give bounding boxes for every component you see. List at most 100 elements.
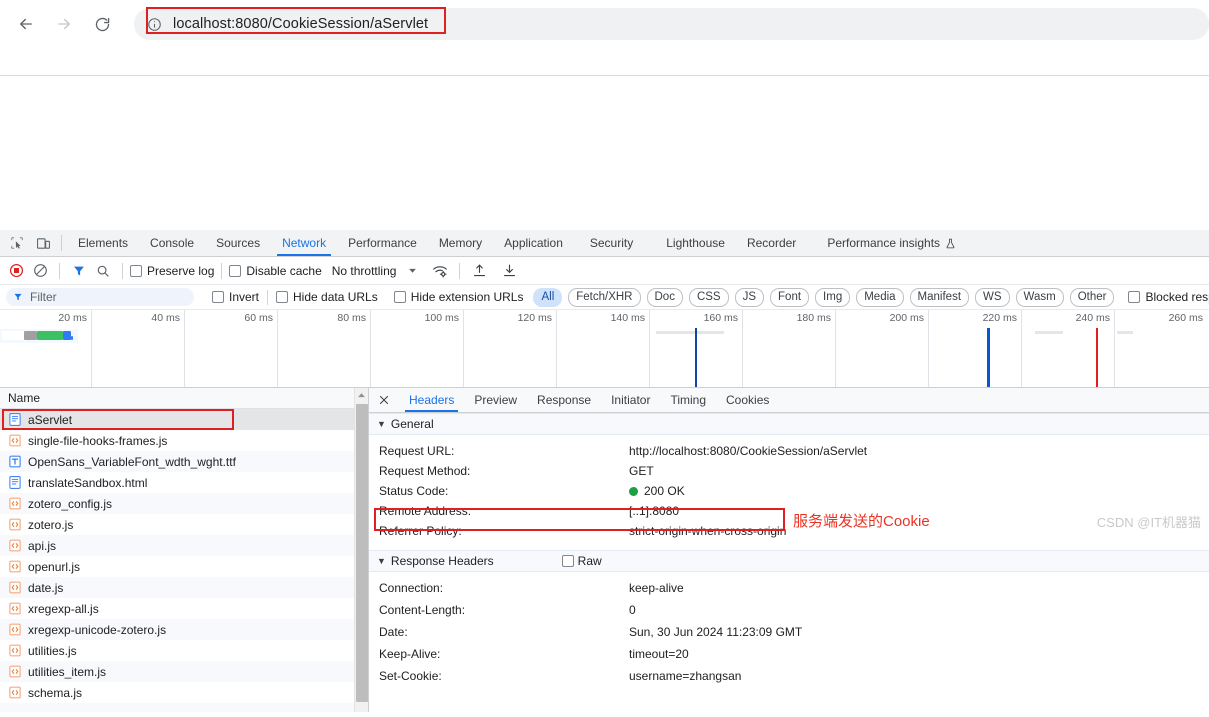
back-button[interactable] xyxy=(12,10,40,38)
request-list-scrollbar[interactable] xyxy=(354,388,368,712)
wifi-settings-icon[interactable] xyxy=(428,260,452,282)
header-row-referrer-policy: Referrer Policy: strict-origin-when-cros… xyxy=(369,521,1209,541)
request-row-utilities-item[interactable]: utilities_item.js xyxy=(0,661,368,682)
address-bar[interactable]: localhost:8080/CookieSession/aServlet xyxy=(134,8,1209,40)
devtools-tab-performance-insights[interactable]: Performance insights xyxy=(807,230,967,256)
close-icon[interactable] xyxy=(369,388,399,412)
search-icon[interactable] xyxy=(91,260,115,282)
info-circle-icon[interactable] xyxy=(143,13,165,35)
header-row-request-method: Request Method: GET xyxy=(369,461,1209,481)
type-chip-js[interactable]: JS xyxy=(734,287,765,307)
devtools-tab-lighthouse[interactable]: Lighthouse xyxy=(644,230,736,256)
type-chip-other[interactable]: Other xyxy=(1069,287,1115,307)
blocked-responses-checkbox[interactable]: Blocked response c xyxy=(1128,290,1209,304)
invert-checkbox[interactable]: Invert xyxy=(212,290,259,304)
request-row-xregexp-unicode-zotero[interactable]: xregexp-unicode-zotero.js xyxy=(0,619,368,640)
throttling-select[interactable]: No throttling xyxy=(332,264,397,278)
record-stop-icon[interactable] xyxy=(4,260,28,282)
flask-icon xyxy=(945,238,956,249)
request-row-aservlet[interactable]: aServlet xyxy=(0,409,368,430)
request-row-single-file-hooks-frames[interactable]: single-file-hooks-frames.js xyxy=(0,430,368,451)
detail-tab-initiator[interactable]: Initiator xyxy=(601,388,660,412)
type-chip-css[interactable]: CSS xyxy=(688,287,729,307)
devtools-tab-application[interactable]: Application xyxy=(493,230,574,256)
detail-tab-preview[interactable]: Preview xyxy=(464,388,527,412)
type-chip-media[interactable]: Media xyxy=(856,287,904,307)
back-arrow-icon xyxy=(20,18,32,30)
tab-label: Elements xyxy=(78,236,129,250)
type-chip-manifest[interactable]: Manifest xyxy=(909,287,970,307)
type-chip-font[interactable]: Font xyxy=(770,287,810,307)
device-toolbar-icon[interactable] xyxy=(30,230,56,256)
devtools-tab-console[interactable]: Console xyxy=(139,230,205,256)
tab-label: Performance insights xyxy=(827,236,941,250)
type-chip-doc[interactable]: Doc xyxy=(646,287,683,307)
funnel-filter-icon[interactable] xyxy=(67,260,91,282)
chip-label: Wasm xyxy=(1023,290,1056,303)
devtools-tab-sources[interactable]: Sources xyxy=(205,230,271,256)
request-list-header[interactable]: Name xyxy=(0,388,368,409)
request-row-api[interactable]: api.js xyxy=(0,535,368,556)
header-value: http://localhost:8080/CookieSession/aSer… xyxy=(629,444,868,458)
detail-tab-headers[interactable]: Headers xyxy=(399,388,464,412)
javascript-icon xyxy=(8,497,21,511)
clear-network-icon[interactable] xyxy=(28,260,52,282)
tab-label: Performance xyxy=(348,236,417,250)
devtools-tab-performance[interactable]: Performance xyxy=(337,230,428,256)
browser-chrome: localhost:8080/CookieSession/aServlet xyxy=(0,0,1209,76)
request-row-openurl[interactable]: openurl.js xyxy=(0,556,368,577)
type-chip-img[interactable]: Img xyxy=(815,287,851,307)
inspect-element-icon[interactable] xyxy=(4,230,30,256)
funnel-filter-icon xyxy=(13,292,23,302)
type-chip-ws[interactable]: WS xyxy=(975,287,1010,307)
upload-arrow-icon[interactable] xyxy=(467,260,491,282)
devtools-tab-elements[interactable]: Elements xyxy=(67,230,139,256)
request-row-opensans-font[interactable]: OpenSans_VariableFont_wdth_wght.ttf xyxy=(0,451,368,472)
network-overview-timeline[interactable]: 20 ms 40 ms 60 ms 80 ms 100 ms 120 ms 14… xyxy=(0,310,1209,388)
raw-label: Raw xyxy=(577,554,602,568)
raw-toggle-checkbox[interactable]: Raw xyxy=(561,554,602,568)
detail-tab-cookies[interactable]: Cookies xyxy=(716,388,779,412)
chip-label: Other xyxy=(1077,290,1107,303)
request-row-zotero[interactable]: zotero.js xyxy=(0,514,368,535)
reload-button[interactable] xyxy=(88,10,116,38)
type-chip-all[interactable]: All xyxy=(533,287,563,307)
checkbox-box xyxy=(229,264,242,277)
devtools-tab-security[interactable]: Security xyxy=(574,230,644,256)
general-section-header[interactable]: ▼ General xyxy=(369,413,1209,435)
type-chip-wasm[interactable]: Wasm xyxy=(1015,287,1064,307)
overview-finish-bar xyxy=(63,331,71,340)
disable-cache-label: Disable cache xyxy=(246,263,322,278)
request-row-utilities[interactable]: utilities.js xyxy=(0,640,368,661)
preserve-log-checkbox[interactable]: Preserve log xyxy=(130,264,214,278)
checkbox-box xyxy=(130,264,142,277)
request-row-translatesandbox[interactable]: translateSandbox.html xyxy=(0,472,368,493)
request-row-xregexp-all[interactable]: xregexp-all.js xyxy=(0,598,368,619)
overview-tick-label: 160 ms xyxy=(703,312,738,324)
scrollbar-thumb[interactable] xyxy=(356,404,368,702)
devtools-tab-memory[interactable]: Memory xyxy=(428,230,493,256)
request-row-date[interactable]: date.js xyxy=(0,577,368,598)
request-name: api.js xyxy=(28,538,57,553)
header-row-keep-alive: Keep-Alive: timeout=20 xyxy=(369,643,1209,665)
header-name: Status Code: xyxy=(379,484,449,498)
filter-input[interactable]: Filter xyxy=(6,288,194,306)
download-arrow-icon[interactable] xyxy=(497,260,521,282)
detail-tab-timing[interactable]: Timing xyxy=(660,388,716,412)
page-viewport xyxy=(0,77,1209,230)
disable-cache-checkbox[interactable]: Disable cache xyxy=(229,263,322,278)
forward-button[interactable] xyxy=(50,10,78,38)
document-icon xyxy=(8,413,21,427)
type-chip-fetch-xhr[interactable]: Fetch/XHR xyxy=(568,287,641,307)
devtools-tab-network[interactable]: Network xyxy=(271,230,337,256)
detail-tab-response[interactable]: Response xyxy=(527,388,601,412)
request-name: OpenSans_VariableFont_wdth_wght.ttf xyxy=(28,454,236,469)
response-headers-section-header[interactable]: ▼ Response Headers Raw xyxy=(369,550,1209,572)
hide-data-urls-checkbox[interactable]: Hide data URLs xyxy=(276,290,378,304)
scroll-up-arrow-icon[interactable] xyxy=(355,388,368,403)
hide-extension-urls-checkbox[interactable]: Hide extension URLs xyxy=(393,290,523,304)
request-row-zotero-config[interactable]: zotero_config.js xyxy=(0,493,368,514)
chevron-down-icon[interactable] xyxy=(408,264,417,278)
devtools-tab-recorder[interactable]: Recorder xyxy=(736,230,807,256)
request-row-schema[interactable]: schema.js xyxy=(0,682,368,703)
